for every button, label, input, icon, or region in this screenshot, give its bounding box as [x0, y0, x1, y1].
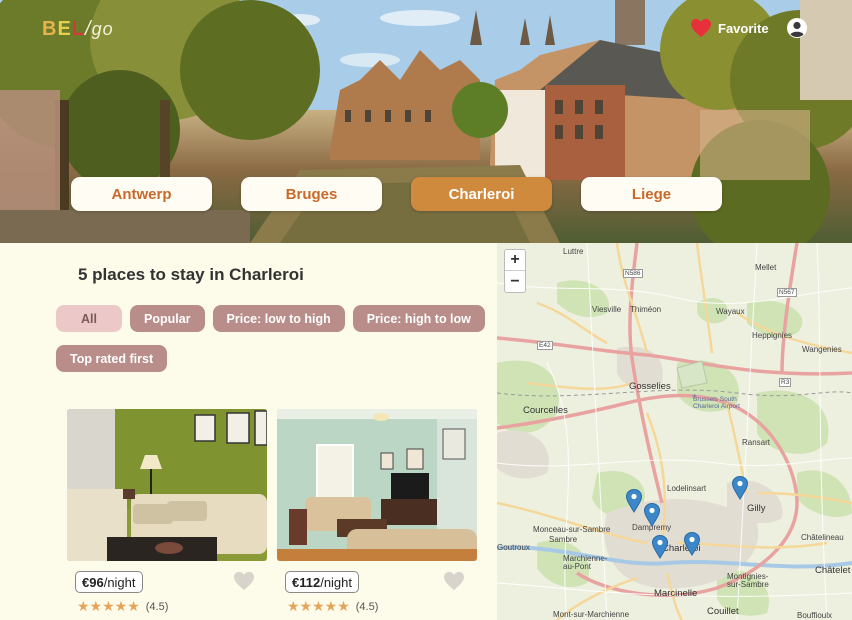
map-label-thimeon: Thiméon: [630, 305, 662, 314]
logo[interactable]: BEL/go: [42, 18, 114, 41]
price-tag: €96/night: [75, 571, 143, 593]
road-label-n567: N567: [777, 288, 797, 297]
filter-popular[interactable]: Popular: [130, 305, 205, 332]
map-label-chatelet: Châtelet: [815, 565, 851, 576]
map-pin-icon[interactable]: [652, 535, 668, 559]
zoom-out-button[interactable]: −: [505, 271, 525, 292]
map-label-couillet: Couillet: [707, 606, 739, 617]
city-tab-antwerp[interactable]: Antwerp: [71, 177, 212, 211]
rating: ★★★★★ (4.5): [77, 599, 168, 615]
map-pin-icon[interactable]: [732, 476, 748, 500]
map-tiles[interactable]: ✈: [497, 243, 852, 620]
city-tab-charleroi[interactable]: Charleroi: [411, 177, 552, 211]
filter-all[interactable]: All: [56, 305, 122, 332]
map-label-mellet: Mellet: [755, 263, 777, 272]
star-rating-icon: ★★★★★: [77, 599, 140, 615]
road-label-e42: E42: [537, 341, 553, 350]
map-label-marcinelle: Marcinelle: [654, 588, 698, 599]
favorite-link[interactable]: Favorite: [690, 18, 769, 38]
price-value: €96: [82, 574, 104, 590]
road-label-n586: N586: [623, 269, 643, 278]
price-unit: /night: [103, 574, 136, 590]
logo-letter-l: L: [71, 18, 86, 40]
map-label-wayaux: Wayaux: [716, 307, 745, 316]
favorite-label: Favorite: [718, 20, 769, 36]
listing-photo[interactable]: [67, 409, 267, 561]
filter-price-high-low[interactable]: Price: high to low: [352, 305, 485, 332]
filter-top-rated[interactable]: Top rated first: [56, 345, 168, 372]
logo-letter-b: B: [42, 18, 58, 40]
logo-letter-e: E: [57, 18, 72, 40]
map-label-sambre: Sambre: [549, 535, 578, 544]
map-label-goutroux: Goutroux: [497, 543, 530, 552]
listing-photo[interactable]: [277, 409, 477, 561]
map-pin-icon[interactable]: [684, 532, 700, 556]
star-rating-icon: ★★★★★: [287, 599, 350, 615]
map-label-wangenies: Wangenies: [802, 345, 842, 354]
map-label-luttre: Luttre: [563, 247, 584, 256]
rating-value: (4.5): [145, 601, 169, 613]
favorite-heart-icon[interactable]: [443, 571, 465, 596]
road-label-r3: R3: [779, 378, 792, 387]
map-label-montignies: Montignies-sur-Sambre: [727, 572, 769, 589]
map-label-gosselies: Gosselies: [629, 381, 671, 392]
map-label-monceau: Monceau-sur-Sambre: [533, 525, 611, 534]
map-label-ransart: Ransart: [742, 438, 771, 447]
listing-heading: 5 places to stay in Charleroi: [78, 265, 304, 284]
city-tabs: Antwerp Bruges Charleroi Liege: [71, 177, 722, 211]
zoom-in-button[interactable]: +: [505, 250, 525, 271]
city-tab-bruges[interactable]: Bruges: [241, 177, 382, 211]
filter-price-low-high[interactable]: Price: low to high: [212, 305, 345, 332]
map-label-airport: Brussels South Charleroi Airport: [693, 396, 740, 410]
map-label-chatelineau: Châtelineau: [801, 533, 844, 542]
map-label-marchienne: Marchienne-au-Pont: [563, 554, 608, 571]
price-tag: €112/night: [285, 571, 360, 593]
listing-card[interactable]: €112/night ★★★★★ (4.5): [277, 409, 477, 615]
logo-go: go: [91, 19, 114, 39]
zoom-control: + −: [504, 249, 526, 293]
map[interactable]: ✈ Luttre Mellet Viesville Thiméon Wayaux…: [497, 243, 852, 620]
filter-bar: All Popular Price: low to high Price: hi…: [56, 305, 486, 372]
map-label-gilly: Gilly: [747, 503, 766, 514]
city-tab-liege[interactable]: Liege: [581, 177, 722, 211]
map-pin-icon[interactable]: [644, 503, 660, 527]
rating-value: (4.5): [355, 601, 379, 613]
map-pin-icon[interactable]: [626, 489, 642, 513]
user-icon[interactable]: [786, 17, 808, 39]
map-label-lodelinsart: Lodelinsart: [667, 484, 707, 493]
map-label-courcelles: Courcelles: [523, 405, 568, 416]
price-unit: /night: [320, 574, 353, 590]
rating: ★★★★★ (4.5): [287, 599, 378, 615]
listing-panel: 5 places to stay in Charleroi All Popula…: [0, 243, 497, 620]
map-label-bouffioulx: Bouffioulx: [797, 611, 832, 620]
hero-banner: BEL/go Favorite Antwerp Bruges Charleroi…: [0, 0, 852, 243]
map-label-heppignies: Heppignies: [752, 331, 793, 340]
listing-card[interactable]: €96/night ★★★★★ (4.5): [67, 409, 267, 615]
map-label-viesville: Viesville: [592, 305, 622, 314]
heart-icon: [690, 18, 712, 38]
favorite-heart-icon[interactable]: [233, 571, 255, 596]
map-label-mont-sur-marchienne: Mont-sur-Marchienne: [553, 610, 630, 619]
price-value: €112: [292, 574, 321, 590]
